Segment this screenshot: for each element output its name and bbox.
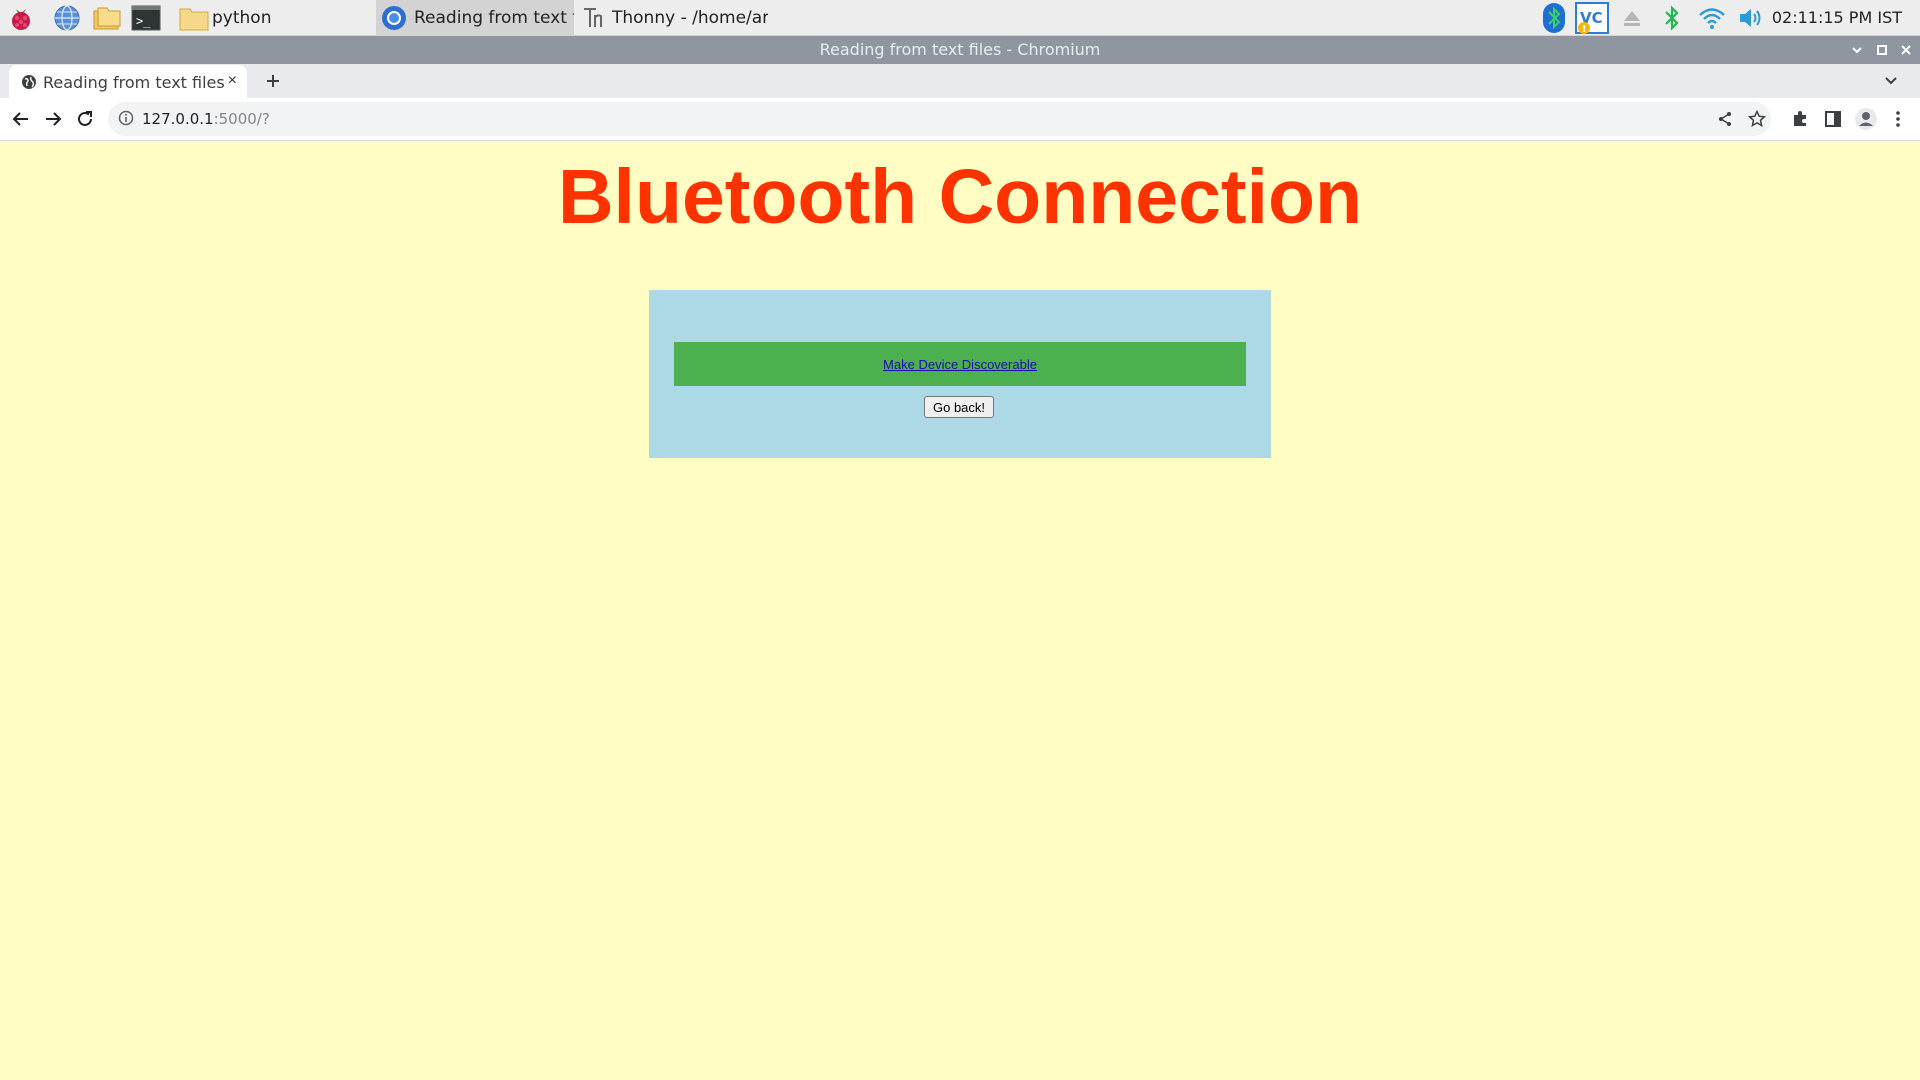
address-bar[interactable]: 127.0.0.1:5000/? bbox=[108, 102, 1771, 136]
raspberry-menu-icon[interactable] bbox=[6, 3, 36, 33]
web-browser-icon[interactable] bbox=[52, 3, 82, 33]
eject-icon[interactable] bbox=[1618, 0, 1646, 35]
chromium-icon bbox=[380, 4, 408, 32]
tab-strip: Reading from text files × bbox=[0, 64, 1920, 98]
extensions-puzzle-icon[interactable] bbox=[1787, 106, 1813, 132]
tab-reading-from-text-files[interactable]: Reading from text files × bbox=[9, 65, 247, 98]
taskbar-item-chromium[interactable]: Reading from text file... bbox=[376, 0, 574, 35]
minimize-button[interactable] bbox=[1845, 36, 1869, 64]
browser-toolbar: 127.0.0.1:5000/? bbox=[0, 98, 1920, 141]
taskbar: >_ python Reading from text file... Thon… bbox=[0, 0, 1920, 36]
window-titlebar[interactable]: Reading from text files - Chromium bbox=[0, 36, 1920, 64]
terminal-icon[interactable]: >_ bbox=[131, 3, 161, 33]
clock[interactable]: 02:11:15 PM IST bbox=[1772, 0, 1902, 35]
svg-text:!: ! bbox=[1582, 24, 1587, 35]
svg-text:>_: >_ bbox=[136, 14, 151, 28]
folder-icon bbox=[178, 4, 210, 32]
url-path: :5000/? bbox=[213, 110, 270, 128]
web-page: Bluetooth Connection Make Device Discove… bbox=[0, 141, 1920, 1080]
globe-icon bbox=[21, 74, 37, 90]
wifi-icon[interactable] bbox=[1696, 0, 1728, 35]
reload-icon[interactable] bbox=[72, 106, 98, 132]
side-panel-icon[interactable] bbox=[1820, 106, 1846, 132]
taskbar-item-thonny[interactable]: Thonny - /home/ar... bbox=[578, 0, 768, 35]
back-arrow-icon[interactable] bbox=[8, 106, 34, 132]
volume-icon[interactable] bbox=[1736, 0, 1768, 35]
bluetooth-tray-icon[interactable] bbox=[1539, 0, 1569, 35]
new-tab-button[interactable] bbox=[260, 68, 286, 94]
site-info-icon[interactable] bbox=[118, 110, 136, 128]
bluetooth-icon[interactable] bbox=[1658, 0, 1686, 35]
maximize-button[interactable] bbox=[1870, 36, 1894, 64]
vnc-tray-icon[interactable]: VC ! bbox=[1574, 0, 1610, 35]
share-icon[interactable] bbox=[1713, 107, 1737, 131]
taskbar-item-label: python bbox=[212, 7, 272, 28]
bookmark-star-icon[interactable] bbox=[1745, 107, 1769, 131]
discover-bar: Make Device Discoverable bbox=[674, 342, 1246, 386]
tab-search-chevron-icon[interactable] bbox=[1880, 70, 1902, 92]
thonny-icon bbox=[582, 6, 604, 30]
taskbar-item-python[interactable]: python bbox=[174, 0, 374, 35]
file-manager-icon[interactable] bbox=[92, 3, 122, 33]
profile-avatar-icon[interactable] bbox=[1853, 106, 1879, 132]
url-host: 127.0.0.1 bbox=[142, 110, 214, 128]
window-title: Reading from text files - Chromium bbox=[819, 40, 1101, 59]
tab-title: Reading from text files bbox=[43, 73, 225, 92]
page-title: Bluetooth Connection bbox=[557, 154, 1363, 240]
go-back-button[interactable]: Go back! bbox=[924, 396, 994, 418]
content-panel: Make Device Discoverable Go back! bbox=[649, 290, 1271, 458]
url-text[interactable]: 127.0.0.1:5000/? bbox=[142, 110, 270, 128]
make-device-discoverable-link[interactable]: Make Device Discoverable bbox=[883, 357, 1037, 372]
more-menu-icon[interactable] bbox=[1885, 106, 1911, 132]
close-window-button[interactable] bbox=[1894, 36, 1918, 64]
taskbar-item-label: Thonny - /home/ar... bbox=[612, 7, 768, 28]
taskbar-item-label: Reading from text file... bbox=[414, 7, 574, 28]
close-tab-icon[interactable]: × bbox=[228, 72, 237, 90]
forward-arrow-icon[interactable] bbox=[40, 106, 66, 132]
